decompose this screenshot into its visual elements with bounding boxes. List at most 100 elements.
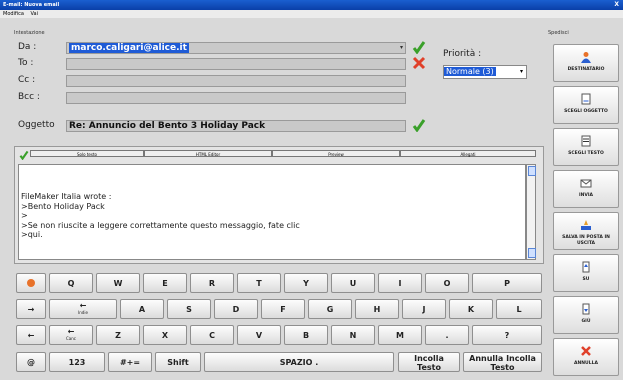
left-arrow-key[interactable]: ← xyxy=(16,325,46,345)
person-icon xyxy=(581,52,591,63)
arrow-down-icon xyxy=(582,303,590,315)
row-cc: Cc : xyxy=(14,75,444,89)
text-icon xyxy=(581,135,591,147)
undo-paste-key[interactable]: Annulla Incolla Testo xyxy=(463,352,542,372)
key-r[interactable]: R xyxy=(190,273,234,293)
key-question[interactable]: ? xyxy=(472,325,542,345)
key-u[interactable]: U xyxy=(331,273,375,293)
to-field[interactable] xyxy=(66,58,406,70)
tab-html-editor[interactable]: HTML Editor xyxy=(144,150,272,157)
bcc-field[interactable] xyxy=(66,92,406,104)
window-title: E-mail: Nuova email xyxy=(3,2,60,8)
cancel-button[interactable]: ANNULLA xyxy=(553,338,619,376)
close-icon xyxy=(581,346,591,356)
numbers-key[interactable]: 123 xyxy=(49,352,105,372)
backspace-icon: ← xyxy=(79,301,87,310)
key-y[interactable]: Y xyxy=(284,273,328,293)
menu-modifica[interactable]: Modifica xyxy=(3,11,24,17)
key-o[interactable]: O xyxy=(425,273,469,293)
body-line: FileMaker Italia wrote : xyxy=(21,192,112,201)
document-icon xyxy=(581,93,591,105)
on-screen-keyboard: Q W E R T Y U I O P → ← Indie A S D F G H… xyxy=(14,268,544,376)
body-line: >qui. xyxy=(21,230,43,239)
key-d[interactable]: D xyxy=(214,299,258,319)
key-b[interactable]: B xyxy=(284,325,328,345)
chevron-down-icon: ▾ xyxy=(519,68,523,75)
scroll-down-button[interactable] xyxy=(528,248,536,258)
key-v[interactable]: V xyxy=(237,325,281,345)
key-x[interactable]: X xyxy=(143,325,187,345)
power-key[interactable] xyxy=(16,273,46,293)
key-period[interactable]: . xyxy=(425,325,469,345)
cross-icon[interactable] xyxy=(412,56,426,70)
key-m[interactable]: M xyxy=(378,325,422,345)
recipient-button[interactable]: DESTINATARIO xyxy=(553,44,619,82)
from-label: Da : xyxy=(18,42,37,52)
cc-label: Cc : xyxy=(18,75,36,85)
power-icon xyxy=(27,279,35,287)
symbols-key[interactable]: #+= xyxy=(108,352,152,372)
shift-key[interactable]: Shift xyxy=(155,352,201,372)
key-q[interactable]: Q xyxy=(49,273,93,293)
row-bcc: Bcc : xyxy=(14,92,444,106)
key-c[interactable]: C xyxy=(190,325,234,345)
outbox-icon xyxy=(581,220,591,230)
cc-field[interactable] xyxy=(66,75,406,87)
message-body[interactable]: FileMaker Italia wrote : >Bento Holiday … xyxy=(18,164,526,260)
choose-text-button[interactable]: SCEGLI TESTO xyxy=(553,128,619,166)
key-w[interactable]: W xyxy=(96,273,140,293)
delete-icon: ← xyxy=(67,327,75,336)
key-a[interactable]: A xyxy=(120,299,164,319)
section-header-label: Intestazione xyxy=(14,30,45,36)
scroll-up-button[interactable] xyxy=(528,166,536,176)
row-subject: Oggetto Re: Annuncio del Bento 3 Holiday… xyxy=(14,118,444,134)
from-dropdown-icon[interactable]: ▾ xyxy=(400,44,403,51)
check-icon[interactable] xyxy=(412,40,426,54)
body-line: > xyxy=(21,211,28,220)
subject-field[interactable]: Re: Annuncio del Bento 3 Holiday Pack xyxy=(66,120,406,132)
key-s[interactable]: S xyxy=(167,299,211,319)
menu-vai[interactable]: Vai xyxy=(31,11,39,17)
tab-key[interactable]: → xyxy=(16,299,46,319)
move-up-button[interactable]: SU xyxy=(553,254,619,292)
key-g[interactable]: G xyxy=(308,299,352,319)
check-icon[interactable] xyxy=(18,150,30,160)
arrow-up-icon xyxy=(582,261,590,273)
key-i[interactable]: I xyxy=(378,273,422,293)
priority-label: Priorità : xyxy=(443,49,482,59)
key-j[interactable]: J xyxy=(402,299,446,319)
row-to: To : xyxy=(14,56,444,72)
from-field[interactable]: marco.caligari@alice.it xyxy=(66,42,406,54)
key-n[interactable]: N xyxy=(331,325,375,345)
close-window-button[interactable]: X xyxy=(614,0,619,10)
bcc-label: Bcc : xyxy=(18,92,40,102)
row-from: Da : marco.caligari@alice.it ▾ xyxy=(14,40,444,56)
backspace-key[interactable]: ← Indie xyxy=(49,299,117,319)
key-f[interactable]: F xyxy=(261,299,305,319)
tab-preview[interactable]: Preview xyxy=(272,150,400,157)
key-k[interactable]: K xyxy=(449,299,493,319)
body-scrollbar[interactable] xyxy=(526,164,536,260)
paste-text-key[interactable]: Incolla Testo xyxy=(398,352,460,372)
key-h[interactable]: H xyxy=(355,299,399,319)
save-outbox-button[interactable]: SALVA IN POSTA IN USCITA xyxy=(553,212,619,250)
key-p[interactable]: P xyxy=(472,273,542,293)
at-key[interactable]: @ xyxy=(16,352,46,372)
tab-plain-text[interactable]: Solo testo xyxy=(30,150,144,157)
tab-attachments[interactable]: Allegati xyxy=(400,150,536,157)
priority-value: Normale (3) xyxy=(444,67,496,76)
space-key[interactable]: SPAZIO . xyxy=(204,352,394,372)
delete-key[interactable]: ← Canc xyxy=(49,325,93,345)
choose-subject-button[interactable]: SCEGLI OGGETTO xyxy=(553,86,619,124)
body-line: >Bento Holiday Pack xyxy=(21,201,105,211)
key-e[interactable]: E xyxy=(143,273,187,293)
move-down-button[interactable]: GIÙ xyxy=(553,296,619,334)
priority-select[interactable]: Normale (3) ▾ xyxy=(443,65,527,79)
key-l[interactable]: L xyxy=(496,299,542,319)
subject-label: Oggetto xyxy=(18,120,55,130)
key-t[interactable]: T xyxy=(237,273,281,293)
key-z[interactable]: Z xyxy=(96,325,140,345)
check-icon[interactable] xyxy=(412,118,426,132)
menu-bar: Modifica Vai xyxy=(0,10,623,18)
send-button[interactable]: INVIA xyxy=(553,170,619,208)
